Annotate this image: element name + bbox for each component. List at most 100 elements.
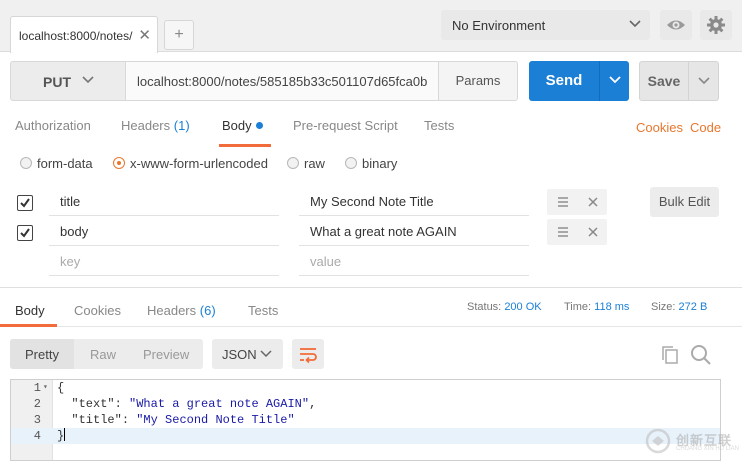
json-separator: :	[121, 413, 137, 427]
chevron-down-icon	[698, 77, 710, 85]
tab-headers-label: Headers	[121, 118, 171, 133]
view-raw-button[interactable]: Raw	[90, 347, 116, 362]
json-separator: :	[114, 397, 130, 411]
response-status: Status: 200 OK	[467, 301, 542, 313]
open-brace: {	[57, 381, 65, 395]
response-tab-body[interactable]: Body	[15, 303, 45, 318]
param-row-new: key value	[0, 247, 742, 277]
watermark-subtitle: CHUANG XIN HU LIAN	[676, 446, 740, 452]
json-value: "My Second Note Title"	[136, 413, 295, 427]
json-key: "title"	[71, 413, 122, 427]
copy-icon[interactable]	[660, 345, 680, 365]
view-pretty-button[interactable]: Pretty	[25, 347, 59, 362]
code-line: 1 ▾ {	[11, 380, 720, 396]
param-value-field[interactable]: What a great note AGAIN	[299, 217, 529, 246]
tab-tests[interactable]: Tests	[424, 118, 454, 133]
tab-bar: localhost:8000/notes/ ✕ + No Environment	[0, 0, 742, 53]
code-line: 3 "title": "My Second Note Title"	[11, 412, 720, 428]
response-tab-tests[interactable]: Tests	[248, 303, 278, 318]
tab-body-label: Body	[222, 118, 252, 133]
gear-icon	[707, 16, 725, 34]
remove-icon[interactable]	[587, 226, 599, 238]
line-number: 2	[33, 397, 41, 411]
param-value-field[interactable]: My Second Note Title	[299, 187, 529, 216]
status-label: Status:	[467, 301, 502, 313]
response-active-tab-underline	[0, 324, 57, 327]
environment-select[interactable]: No Environment	[441, 10, 650, 40]
wrap-lines-icon	[300, 348, 317, 364]
environment-quick-look-button[interactable]	[660, 10, 692, 40]
view-preview-button[interactable]: Preview	[143, 347, 189, 362]
response-tab-headers-count: (6)	[199, 303, 216, 318]
tab-pre-request-script[interactable]: Pre-request Script	[293, 118, 398, 133]
tab-body[interactable]: Body	[222, 118, 263, 133]
search-icon[interactable]	[690, 344, 712, 366]
cookies-link[interactable]: Cookies	[636, 120, 683, 135]
time-value: 118 ms	[594, 301, 630, 313]
save-button[interactable]: Save	[639, 61, 689, 101]
radio-form-data-circle	[20, 157, 32, 169]
send-options-button[interactable]	[599, 61, 629, 101]
response-body-editor[interactable]: 1 ▾ { 2 "text": "What a great note AGAIN…	[10, 379, 721, 461]
request-tab-label: localhost:8000/notes/	[19, 29, 133, 43]
params-button[interactable]: Params	[438, 61, 518, 101]
drag-handle-icon[interactable]	[557, 196, 569, 208]
new-value-field[interactable]: value	[299, 247, 529, 276]
checkbox-checked-icon	[20, 198, 30, 208]
code-text: }	[57, 428, 66, 444]
json-comma: ,	[309, 397, 317, 411]
chevron-down-icon	[609, 76, 621, 84]
radio-binary-label: binary	[362, 156, 398, 171]
status-value: 200 OK	[504, 301, 542, 313]
environment-label: No Environment	[452, 18, 546, 33]
close-icon[interactable]: ✕	[138, 26, 151, 44]
param-row-actions	[547, 189, 607, 215]
wrap-lines-button[interactable]	[292, 339, 324, 369]
line-number: 4	[33, 429, 41, 443]
line-number: 3	[33, 413, 41, 427]
new-tab-button[interactable]: +	[164, 20, 194, 50]
code-text: "text": "What a great note AGAIN",	[57, 396, 316, 412]
chevron-down-icon	[260, 350, 272, 358]
request-tab[interactable]: localhost:8000/notes/ ✕	[10, 16, 158, 53]
remove-icon[interactable]	[587, 196, 599, 208]
view-mode-group: Pretty Raw Preview	[10, 339, 203, 369]
body-modified-indicator	[255, 122, 263, 129]
code-link[interactable]: Code	[690, 120, 721, 135]
response-tab-headers-label: Headers	[147, 303, 197, 318]
radio-raw-circle	[287, 157, 299, 169]
new-key-field[interactable]: key	[49, 247, 279, 276]
size-value: 272 B	[678, 301, 708, 313]
param-key-field[interactable]: title	[49, 187, 279, 216]
radio-form-data-label: form-data	[37, 156, 93, 171]
tab-authorization[interactable]: Authorization	[15, 118, 91, 133]
section-divider	[0, 287, 742, 288]
format-select[interactable]: JSON	[212, 339, 283, 369]
bulk-edit-button[interactable]: Bulk Edit	[650, 187, 719, 217]
param-row: body What a great note AGAIN	[0, 217, 742, 247]
tab-headers[interactable]: Headers (1)	[121, 118, 190, 133]
code-text: "title": "My Second Note Title"	[57, 412, 295, 428]
save-options-button[interactable]	[689, 61, 719, 101]
url-input[interactable]	[126, 61, 439, 101]
close-brace: }	[57, 429, 65, 443]
watermark: 创新互联 CHUANG XIN HU LIAN	[642, 427, 740, 455]
response-tab-headers[interactable]: Headers (6)	[147, 303, 216, 318]
drag-handle-icon[interactable]	[557, 226, 569, 238]
fold-toggle-icon[interactable]: ▾	[43, 380, 48, 396]
time-label: Time:	[564, 301, 592, 313]
method-label: PUT	[43, 74, 71, 90]
send-button[interactable]: Send	[529, 61, 599, 101]
param-key-field[interactable]: body	[49, 217, 279, 246]
response-tab-cookies[interactable]: Cookies	[74, 303, 121, 318]
checkbox-checked-icon	[20, 228, 30, 238]
active-tab-underline	[219, 144, 271, 147]
json-value: "What a great note AGAIN"	[129, 397, 310, 411]
param-enabled-checkbox[interactable]	[17, 225, 33, 241]
line-number: 1	[33, 381, 41, 395]
param-enabled-checkbox[interactable]	[17, 195, 33, 211]
method-select[interactable]: PUT	[10, 61, 126, 101]
settings-button[interactable]	[700, 10, 732, 40]
code-line-active: 4 }	[11, 428, 720, 444]
size-label: Size:	[651, 301, 676, 313]
